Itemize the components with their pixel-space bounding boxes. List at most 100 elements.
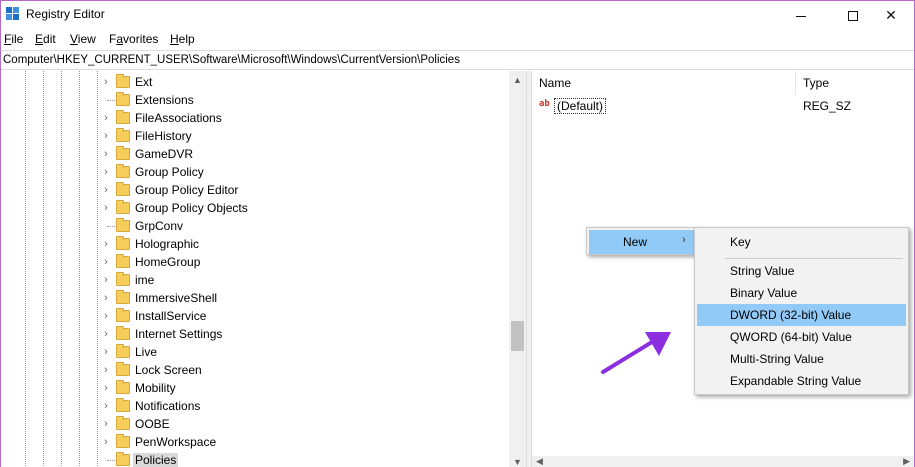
tree-connector bbox=[107, 100, 115, 101]
submenu-item-dword-value[interactable]: DWORD (32-bit) Value bbox=[697, 304, 906, 326]
submenu-item-key[interactable]: Key bbox=[697, 231, 906, 253]
address-bar[interactable]: Computer\HKEY_CURRENT_USER\Software\Micr… bbox=[1, 50, 914, 70]
tree-item[interactable]: › Notifications bbox=[1, 397, 521, 415]
title-bar: Registry Editor ✕ bbox=[1, 1, 914, 29]
values-horizontal-scrollbar[interactable]: ◀ ▶ bbox=[532, 456, 914, 467]
tree-item[interactable]: › ImmersiveShell bbox=[1, 289, 521, 307]
tree-item[interactable]: › ime bbox=[1, 271, 521, 289]
scroll-down-icon[interactable]: ▼ bbox=[513, 457, 522, 467]
folder-icon bbox=[116, 182, 130, 196]
expand-chevron-icon[interactable]: › bbox=[100, 165, 112, 179]
tree-connector bbox=[107, 460, 115, 461]
tree-item[interactable]: Extensions bbox=[1, 91, 521, 109]
expand-chevron-icon[interactable]: › bbox=[100, 201, 112, 215]
scroll-up-icon[interactable]: ▲ bbox=[513, 75, 522, 85]
expand-chevron-icon[interactable]: › bbox=[100, 435, 112, 449]
scroll-left-icon[interactable]: ◀ bbox=[536, 456, 543, 467]
context-menu-new[interactable]: New › bbox=[589, 230, 695, 254]
expand-chevron-icon[interactable]: › bbox=[100, 345, 112, 359]
tree-item[interactable]: › Ext bbox=[1, 73, 521, 91]
submenu-item-qword-value[interactable]: QWORD (64-bit) Value bbox=[697, 326, 906, 348]
menu-edit[interactable]: Edit bbox=[35, 32, 56, 46]
folder-icon bbox=[116, 398, 130, 412]
tree-item-label: Holographic bbox=[135, 237, 200, 251]
value-row[interactable]: ab (Default) REG_SZ bbox=[532, 96, 914, 114]
menu-help[interactable]: Help bbox=[170, 32, 195, 46]
tree-item-label: GrpConv bbox=[135, 219, 184, 233]
expand-chevron-icon[interactable]: › bbox=[100, 309, 112, 323]
scroll-thumb[interactable] bbox=[511, 321, 524, 351]
scroll-right-icon[interactable]: ▶ bbox=[903, 456, 910, 467]
expand-chevron-icon[interactable]: › bbox=[100, 147, 112, 161]
tree-item[interactable]: › GameDVR bbox=[1, 145, 521, 163]
string-value-icon: ab bbox=[539, 99, 550, 109]
submenu-item-binary-value[interactable]: Binary Value bbox=[697, 282, 906, 304]
expand-chevron-icon[interactable]: › bbox=[100, 417, 112, 431]
value-name[interactable]: (Default) bbox=[554, 98, 607, 114]
expand-chevron-icon[interactable]: › bbox=[100, 75, 112, 89]
column-header-type[interactable]: Type bbox=[796, 71, 914, 95]
tree-vertical-scrollbar[interactable]: ▲ ▼ bbox=[509, 71, 526, 467]
tree-item-label: Ext bbox=[135, 75, 153, 89]
tree-item[interactable]: › PenWorkspace bbox=[1, 433, 521, 451]
tree-item[interactable]: Policies bbox=[1, 451, 521, 467]
expand-chevron-icon[interactable]: › bbox=[100, 111, 112, 125]
expand-chevron-icon[interactable]: › bbox=[100, 237, 112, 251]
expand-chevron-icon[interactable]: › bbox=[100, 399, 112, 413]
tree-item[interactable]: › Group Policy Editor bbox=[1, 181, 521, 199]
tree-item[interactable]: › OOBE bbox=[1, 415, 521, 433]
tree-item[interactable]: › Mobility bbox=[1, 379, 521, 397]
address-path[interactable]: Computer\HKEY_CURRENT_USER\Software\Micr… bbox=[3, 54, 460, 66]
tree-item-label: PenWorkspace bbox=[135, 435, 217, 449]
maximize-icon bbox=[848, 11, 858, 22]
menu-view[interactable]: View bbox=[70, 32, 96, 46]
expand-chevron-icon[interactable]: › bbox=[100, 129, 112, 143]
tree-item[interactable]: › Holographic bbox=[1, 235, 521, 253]
folder-icon bbox=[116, 92, 130, 106]
submenu-item-label: Expandable String Value bbox=[730, 374, 862, 388]
close-button[interactable]: ✕ bbox=[868, 1, 914, 29]
submenu-item-label: Binary Value bbox=[730, 286, 798, 300]
tree-item[interactable]: › Lock Screen bbox=[1, 361, 521, 379]
submenu-item-expandable-string-value[interactable]: Expandable String Value bbox=[697, 370, 906, 392]
tree-item[interactable]: › InstallService bbox=[1, 307, 521, 325]
expand-chevron-icon[interactable]: › bbox=[100, 273, 112, 287]
tree-item-label: Internet Settings bbox=[135, 327, 223, 341]
expand-chevron-icon[interactable]: › bbox=[100, 255, 112, 269]
menu-file[interactable]: File bbox=[4, 32, 23, 46]
submenu-item-multi-string-value[interactable]: Multi-String Value bbox=[697, 348, 906, 370]
registry-tree[interactable]: › Ext Extensions › FileAssociations › FileHist… bbox=[1, 71, 526, 467]
tree-item-label: Policies bbox=[133, 453, 179, 467]
expand-chevron-icon[interactable]: › bbox=[100, 291, 112, 305]
tree-item-label: Mobility bbox=[135, 381, 176, 395]
tree-item[interactable]: › Group Policy bbox=[1, 163, 521, 181]
tree-item[interactable]: › Group Policy Objects bbox=[1, 199, 521, 217]
menu-edit-label: dit bbox=[43, 32, 56, 46]
expand-chevron-icon[interactable]: › bbox=[100, 363, 112, 377]
expand-chevron-icon[interactable]: › bbox=[100, 327, 112, 341]
tree-item-label: Group Policy bbox=[135, 165, 204, 179]
submenu-item-label: Multi-String Value bbox=[730, 352, 824, 366]
submenu-item-label: Key bbox=[730, 235, 751, 249]
expand-chevron-icon[interactable]: › bbox=[100, 381, 112, 395]
folder-icon bbox=[116, 362, 130, 376]
folder-icon bbox=[116, 164, 130, 178]
submenu-item-string-value[interactable]: String Value bbox=[697, 260, 906, 282]
tree-item-label: Group Policy Editor bbox=[135, 183, 239, 197]
folder-icon bbox=[116, 380, 130, 394]
tree-item-label: FileAssociations bbox=[135, 111, 222, 125]
expand-chevron-icon[interactable]: › bbox=[100, 183, 112, 197]
folder-icon bbox=[116, 272, 130, 286]
tree-item[interactable]: › Internet Settings bbox=[1, 325, 521, 343]
tree-item[interactable]: › HomeGroup bbox=[1, 253, 521, 271]
submenu-item-label: QWORD (64-bit) Value bbox=[730, 330, 852, 344]
menu-favorites[interactable]: Favorites bbox=[109, 32, 158, 46]
close-icon: ✕ bbox=[885, 7, 897, 23]
column-header-name[interactable]: Name bbox=[532, 71, 796, 95]
tree-item[interactable]: GrpConv bbox=[1, 217, 521, 235]
menu-favorites-label: vorites bbox=[123, 32, 159, 46]
tree-item[interactable]: › Live bbox=[1, 343, 521, 361]
tree-item[interactable]: › FileAssociations bbox=[1, 109, 521, 127]
minimize-button[interactable] bbox=[778, 1, 824, 29]
tree-item[interactable]: › FileHistory bbox=[1, 127, 521, 145]
